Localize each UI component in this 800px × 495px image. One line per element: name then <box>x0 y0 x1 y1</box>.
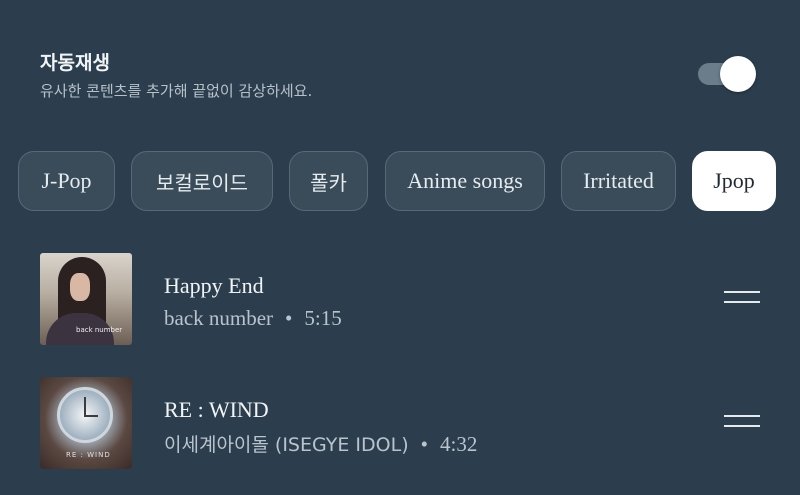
chip-vocaloid[interactable]: 보컬로이드 <box>131 151 273 211</box>
track-row[interactable]: RE : WIND RE : WIND 이세계아이돌 (ISEGYE IDOL)… <box>40 377 760 469</box>
autoplay-section: 자동재생 유사한 콘텐츠를 추가해 끝없이 감상하세요. <box>40 46 760 106</box>
autoplay-toggle[interactable] <box>698 56 756 92</box>
separator-dot: • <box>420 432 428 456</box>
autoplay-title: 자동재생 <box>40 52 110 74</box>
track-title: RE : WIND <box>164 397 269 422</box>
track-title: Happy End <box>164 273 264 298</box>
album-caption: RE : WIND <box>66 451 111 459</box>
track-row[interactable]: back number Happy End back number • 5:15 <box>40 253 760 345</box>
autoplay-subtitle: 유사한 콘텐츠를 추가해 끝없이 감상하세요. <box>40 82 313 100</box>
separator-dot: • <box>285 306 293 330</box>
drag-handle-icon[interactable] <box>724 291 760 305</box>
chip-polka[interactable]: 폴카 <box>289 151 368 211</box>
track-duration: 5:15 <box>304 306 342 330</box>
drag-handle-icon[interactable] <box>724 415 760 429</box>
chip-jpop-selected[interactable]: Jpop <box>692 151 776 211</box>
track-duration: 4:32 <box>439 432 478 456</box>
album-caption: back number <box>76 326 123 334</box>
track-artist: back number <box>164 306 274 330</box>
album-art: RE : WIND <box>40 377 132 469</box>
track-artist: 이세계아이돌 (ISEGYE IDOL) <box>164 434 409 456</box>
toggle-knob <box>720 56 756 92</box>
track-meta: 이세계아이돌 (ISEGYE IDOL) • 4:32 <box>164 430 477 457</box>
chip-anime-songs[interactable]: Anime songs <box>385 151 545 211</box>
chip-j-pop[interactable]: J-Pop <box>18 151 115 211</box>
album-art: back number <box>40 253 132 345</box>
track-meta: back number • 5:15 <box>164 306 342 331</box>
chip-irritated[interactable]: Irritated <box>561 151 676 211</box>
